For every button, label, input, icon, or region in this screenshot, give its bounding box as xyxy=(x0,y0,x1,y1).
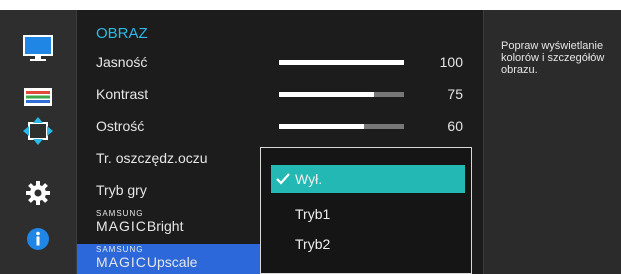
option-off[interactable]: Wył. xyxy=(271,165,465,193)
info-icon[interactable] xyxy=(22,224,54,254)
brightness-slider[interactable] xyxy=(279,60,404,65)
menu-item-sharpness[interactable]: Ostrość 60 xyxy=(77,112,483,140)
contrast-value: 75 xyxy=(447,86,463,102)
option-mode1-label: Tryb1 xyxy=(295,206,331,222)
contrast-slider-fill xyxy=(279,92,374,97)
magic-bright-text: Bright xyxy=(146,218,184,234)
option-mode2-label: Tryb2 xyxy=(295,236,331,252)
magic-brand: MAGIC xyxy=(96,218,147,234)
contrast-slider[interactable] xyxy=(279,92,404,97)
color-bars-icon[interactable] xyxy=(22,82,54,112)
gear-icon[interactable] xyxy=(22,178,54,208)
help-text: Popraw wyświetlanie kolorów i szczegółów… xyxy=(501,40,605,76)
eye-saver-label: Tr. oszczędz.oczu xyxy=(96,150,208,166)
magic-upscale-text: Upscale xyxy=(146,254,198,270)
menu-title: OBRAZ xyxy=(96,25,148,42)
menu-item-contrast[interactable]: Kontrast 75 xyxy=(77,80,483,108)
menu-item-magic-upscale[interactable]: SAMSUNG MAGICUpscale xyxy=(77,244,261,274)
magic-brand: MAGIC xyxy=(96,254,147,270)
monitor-osd: OBRAZ Jasność 100 Kontrast 75 Ostrość 60… xyxy=(0,0,621,274)
monitor-icon[interactable] xyxy=(22,34,54,64)
upscale-options-dropdown: Wył. Tryb1 Tryb2 xyxy=(260,147,472,274)
option-mode1[interactable]: Tryb1 xyxy=(271,200,465,228)
contrast-label: Kontrast xyxy=(96,86,149,102)
magic-bright-label: SAMSUNG MAGICBright xyxy=(96,209,183,236)
magic-upscale-label: SAMSUNG MAGICUpscale xyxy=(96,245,197,272)
samsung-brand-small: SAMSUNG xyxy=(96,209,144,218)
sharpness-slider-fill xyxy=(279,124,364,129)
check-icon xyxy=(276,173,290,185)
option-off-label: Wył. xyxy=(295,171,323,187)
help-panel: Popraw wyświetlanie kolorów i szczegółów… xyxy=(484,10,621,274)
brightness-value: 100 xyxy=(439,54,463,70)
option-mode2[interactable]: Tryb2 xyxy=(271,230,465,258)
resize-arrows-icon[interactable] xyxy=(22,116,54,146)
brightness-slider-fill xyxy=(279,60,404,65)
osd-sidebar xyxy=(0,10,76,274)
menu-item-brightness[interactable]: Jasność 100 xyxy=(77,48,483,76)
samsung-brand-small: SAMSUNG xyxy=(96,245,144,254)
brightness-label: Jasność xyxy=(96,54,148,70)
sharpness-slider[interactable] xyxy=(279,124,404,129)
game-mode-label: Tryb gry xyxy=(96,182,147,198)
sharpness-value: 60 xyxy=(447,118,463,134)
sharpness-label: Ostrość xyxy=(96,118,145,134)
